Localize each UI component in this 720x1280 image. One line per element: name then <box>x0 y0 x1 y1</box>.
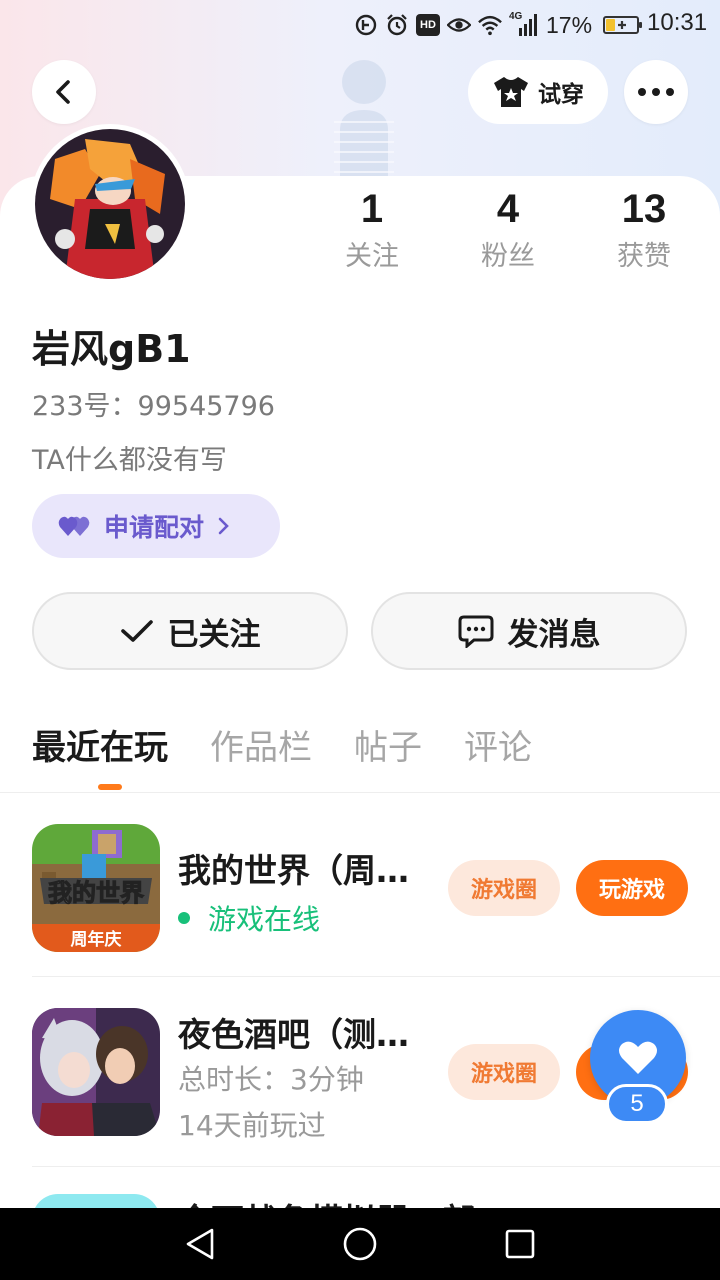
online-dot-icon <box>178 912 190 924</box>
eye-comfort-icon <box>447 13 471 37</box>
minecraft-game-icon[interactable]: 我的世界 周年庆 <box>32 824 160 952</box>
night-bar-game-icon[interactable] <box>32 1008 160 1136</box>
heart-icon <box>619 1041 657 1074</box>
tabs-divider <box>0 792 720 793</box>
likes-label: 获赞 <box>617 241 671 272</box>
system-navigation-bar <box>0 1208 720 1280</box>
likes-count: 13 <box>621 187 667 231</box>
game-circle-button[interactable]: 游戏圈 <box>448 1044 560 1100</box>
checkmark-icon <box>120 620 153 642</box>
hd-icon: HD <box>416 14 440 36</box>
more-options-button[interactable] <box>624 60 688 124</box>
triangle-back-icon <box>186 1228 214 1260</box>
game-list-item[interactable]: 全面战争模拟器：部… <box>32 1194 720 1208</box>
signal-icon: 4G <box>509 11 539 37</box>
followers-label: 粉丝 <box>481 241 535 272</box>
double-heart-icon <box>58 516 90 536</box>
game-title: 夜色酒吧（测… <box>178 1015 409 1054</box>
battery-percent: 17% <box>546 11 593 38</box>
circle-home-icon <box>343 1227 377 1261</box>
list-divider <box>32 1166 720 1167</box>
profile-tabs: 最近在玩 作品栏 帖子 评论 <box>32 722 532 774</box>
followed-label: 已关注 <box>167 616 261 653</box>
game-title: 我的世界（周… <box>178 851 409 890</box>
try-on-label: 试穿 <box>538 82 584 108</box>
send-message-button[interactable]: 发消息 <box>371 592 687 670</box>
square-recents-icon <box>505 1229 535 1259</box>
online-status-label: 游戏在线 <box>208 903 321 936</box>
nav-back-button[interactable] <box>182 1226 218 1262</box>
wifi-icon <box>478 13 502 37</box>
nav-recents-button[interactable] <box>502 1226 538 1262</box>
status-bar: HD 4G 17% 10:31 <box>0 0 720 50</box>
user-bio: TA什么都没有写 <box>32 445 227 476</box>
battery-icon <box>603 16 643 34</box>
game-title: 全面战争模拟器：部… <box>178 1194 508 1208</box>
likes-stat[interactable]: 13 获赞 <box>584 186 704 274</box>
back-button[interactable] <box>32 60 96 124</box>
send-message-label: 发消息 <box>507 616 601 653</box>
list-divider <box>32 976 720 977</box>
alarm-icon <box>385 13 409 37</box>
chevron-right-icon <box>218 517 229 535</box>
tshirt-icon <box>494 77 528 107</box>
tab-recently-played[interactable]: 最近在玩 <box>32 722 168 774</box>
chat-bubble-icon <box>458 615 493 648</box>
nav-home-button[interactable] <box>342 1226 378 1262</box>
avatar-figure-decoration <box>334 60 394 180</box>
game-circle-button[interactable]: 游戏圈 <box>448 860 560 916</box>
game-list-item[interactable]: 我的世界 周年庆 我的世界（周… 游戏在线 游戏圈 玩游戏 <box>32 824 720 952</box>
user-id: 233号：99545796 <box>32 391 275 422</box>
more-dots-icon <box>638 88 674 96</box>
user-avatar[interactable] <box>30 124 190 284</box>
followed-button[interactable]: 已关注 <box>32 592 348 670</box>
game-total-duration: 总时长：3分钟 <box>178 1063 364 1096</box>
play-game-button[interactable]: 玩游戏 <box>576 860 688 916</box>
svg-text:我的世界: 我的世界 <box>48 879 144 907</box>
clock: 10:31 <box>647 9 708 36</box>
anniversary-banner: 周年庆 <box>71 929 122 950</box>
nfc-icon <box>354 13 378 37</box>
following-stat[interactable]: 1 关注 <box>312 186 432 274</box>
tab-works[interactable]: 作品栏 <box>210 722 312 774</box>
war-simulator-game-icon[interactable] <box>32 1194 160 1208</box>
followers-count: 4 <box>496 187 520 231</box>
chevron-left-icon <box>56 80 70 104</box>
request-pair-label: 申请配对 <box>104 513 205 542</box>
try-on-button[interactable]: 试穿 <box>468 60 608 124</box>
username: 岩风gB1 <box>32 327 191 371</box>
request-pair-button[interactable]: 申请配对 <box>32 494 280 558</box>
tab-comments[interactable]: 评论 <box>464 722 532 774</box>
tab-posts[interactable]: 帖子 <box>354 722 422 774</box>
game-online-status: 游戏在线 <box>178 898 320 938</box>
active-tab-indicator <box>98 784 122 790</box>
game-last-played: 14天前玩过 <box>178 1109 326 1142</box>
like-count-badge: 5 <box>606 1084 668 1124</box>
following-count: 1 <box>360 187 384 231</box>
following-label: 关注 <box>345 241 399 272</box>
followers-stat[interactable]: 4 粉丝 <box>448 186 568 274</box>
